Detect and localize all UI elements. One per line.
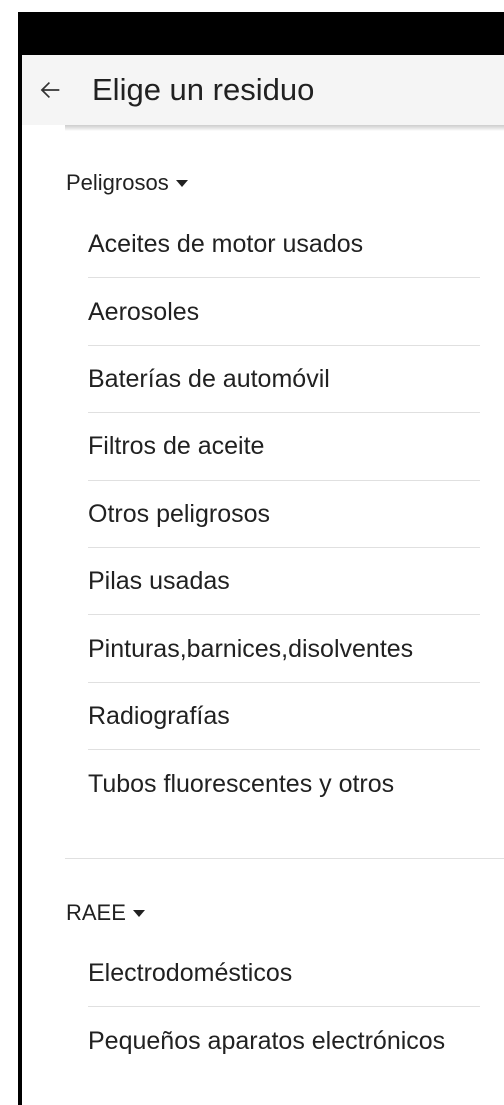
list-item-pinturas-barnices-disolventes[interactable]: Pinturas,barnices,disolventes	[88, 615, 480, 683]
list-item-baterias-de-automovil[interactable]: Baterías de automóvil	[88, 346, 480, 414]
page-title: Elige un residuo	[92, 72, 315, 107]
raee-list: Electrodomésticos Pequeños aparatos elec…	[88, 940, 480, 1075]
arrow-back-icon	[40, 81, 60, 99]
section-header-label: RAEE	[66, 900, 126, 925]
list-item-electrodomesticos[interactable]: Electrodomésticos	[88, 940, 480, 1008]
list-item-label: Electrodomésticos	[88, 959, 293, 988]
list-item-label: Aerosoles	[88, 297, 200, 326]
section-divider	[65, 858, 504, 859]
section-header-peligrosos[interactable]: Peligrosos	[66, 160, 188, 206]
list-item-aceites-de-motor-usados[interactable]: Aceites de motor usados	[88, 211, 480, 279]
list-item-tubos-fluorescentes-y-otros[interactable]: Tubos fluorescentes y otros	[88, 750, 480, 817]
app-bar-shadow	[65, 125, 504, 131]
device-frame-edge	[18, 12, 22, 1105]
list-item-label: Filtros de aceite	[88, 432, 265, 461]
list-item-label: Otros peligrosos	[88, 499, 271, 528]
list-item-label: Radiografías	[88, 701, 230, 730]
section-header-label: Peligrosos	[66, 170, 169, 195]
list-item-label: Pequeños aparatos electrónicos	[88, 1027, 446, 1056]
peligrosos-list: Aceites de motor usados Aerosoles Baterí…	[88, 211, 480, 818]
status-bar	[18, 12, 504, 55]
list-item-pequenos-aparatos-electronicos[interactable]: Pequeños aparatos electrónicos	[88, 1007, 480, 1074]
section-header-raee[interactable]: RAEE	[66, 890, 145, 936]
list-item-otros-peligrosos[interactable]: Otros peligrosos	[88, 481, 480, 548]
list-item-filtros-de-aceite[interactable]: Filtros de aceite	[88, 413, 480, 481]
list-item-radiografias[interactable]: Radiografías	[88, 683, 480, 751]
list-item-label: Aceites de motor usados	[88, 230, 364, 259]
list-item-label: Baterías de automóvil	[88, 364, 330, 393]
back-button[interactable]	[36, 76, 64, 104]
caret-down-icon	[132, 909, 145, 917]
list-item-pilas-usadas[interactable]: Pilas usadas	[88, 548, 480, 616]
list-item-label: Pinturas,barnices,disolventes	[88, 634, 414, 663]
list-item-aerosoles[interactable]: Aerosoles	[88, 278, 480, 346]
list-item-label: Pilas usadas	[88, 567, 230, 596]
caret-down-icon	[175, 179, 188, 187]
list-item-label: Tubos fluorescentes y otros	[88, 769, 395, 798]
app-bar: Elige un residuo	[22, 55, 504, 125]
